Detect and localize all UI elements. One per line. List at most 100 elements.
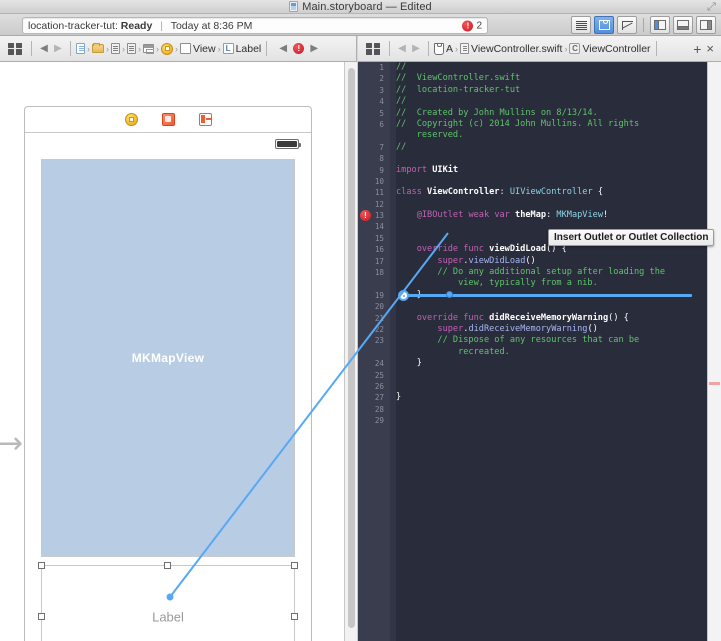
code-line[interactable]: @IBOutlet weak var theMap: MKMapView!	[396, 210, 703, 221]
code-line[interactable]: class ViewController: UIViewController {	[396, 187, 703, 198]
code-line[interactable]	[396, 301, 703, 312]
code-line[interactable]	[396, 153, 703, 164]
code-line[interactable]: //	[396, 62, 703, 73]
code-line[interactable]	[396, 199, 703, 210]
code-token: ()	[525, 255, 536, 266]
main-toolbar: location-tracker-tut: Ready | Today at 8…	[0, 14, 721, 36]
breadcrumb-label[interactable]: L Label	[222, 43, 261, 55]
code-line[interactable]: }	[396, 392, 703, 403]
breadcrumb-view-controller[interactable]	[161, 42, 173, 55]
line-number: 9	[379, 166, 384, 175]
code-line[interactable]: //	[396, 142, 703, 153]
code-line[interactable]: view, typically from a nib.	[396, 278, 703, 289]
breadcrumb-folder[interactable]	[92, 43, 104, 53]
line-number: 15	[374, 234, 384, 243]
breadcrumb-storyboard[interactable]	[143, 44, 154, 54]
code-line[interactable]: import UIKit	[396, 165, 703, 176]
outlet-drag-origin-handle[interactable]	[398, 290, 409, 301]
toggle-utilities-button[interactable]	[696, 16, 716, 34]
breadcrumb-source-2[interactable]	[127, 43, 136, 54]
line-number: 5	[379, 109, 384, 118]
toggle-navigator-button[interactable]	[650, 16, 670, 34]
exit-dock-icon[interactable]	[198, 113, 212, 126]
code-line[interactable]: }	[396, 358, 703, 369]
storyboard-icon	[143, 44, 154, 54]
code-token: var	[494, 210, 516, 221]
assistant-icon	[598, 20, 610, 30]
code-line[interactable]: reserved.	[396, 130, 703, 141]
interface-builder-canvas[interactable]: → MKMapView Label	[0, 62, 344, 641]
back-button[interactable]: ◀	[395, 43, 409, 54]
issue-indicator[interactable]: ! 2	[462, 20, 482, 31]
code-line[interactable]: // Copyright (c) 2014 John Mullins. All …	[396, 119, 703, 130]
gutter-error-icon[interactable]: !	[360, 210, 371, 221]
code-token: super	[396, 323, 464, 334]
related-items-icon[interactable]	[366, 42, 380, 55]
code-token: }	[396, 392, 402, 403]
code-token: viewDidLoad	[489, 244, 547, 255]
code-line[interactable]	[396, 381, 703, 392]
code-line[interactable]	[396, 370, 703, 381]
code-token: ViewController	[427, 187, 500, 198]
code-line[interactable]: super.viewDidLoad()	[396, 256, 703, 267]
code-line[interactable]	[396, 415, 703, 426]
toolbar-right-buttons	[571, 16, 716, 34]
code-token: viewDidLoad	[468, 255, 526, 266]
code-line[interactable]: // ViewController.swift	[396, 73, 703, 84]
line-number: 22	[374, 325, 384, 334]
resize-handle-middle-left[interactable]	[38, 613, 45, 620]
add-assistant-editor-button[interactable]: +	[688, 42, 706, 56]
previous-issue-button[interactable]: ◀	[276, 43, 290, 54]
label-element[interactable]: Label	[38, 562, 298, 641]
view-controller-dock-icon[interactable]	[124, 113, 138, 126]
code-token: }	[396, 358, 422, 369]
code-line[interactable]: // Do any additional setup after loading…	[396, 267, 703, 278]
breadcrumb-assistant[interactable]: A	[434, 42, 453, 55]
standard-editor-button[interactable]	[571, 16, 591, 34]
jumpbar-divider-3	[655, 41, 657, 56]
assistant-code-editor[interactable]: //// ViewController.swift// location-tra…	[358, 62, 721, 641]
code-line[interactable]: super.didReceiveMemoryWarning()	[396, 324, 703, 335]
breadcrumb-view[interactable]: View	[180, 43, 216, 55]
code-line[interactable]	[396, 404, 703, 415]
resize-handle-top-right[interactable]	[291, 562, 298, 569]
forward-button[interactable]: ▶	[409, 43, 423, 54]
resize-corner-icon[interactable]: ⤢	[707, 1, 719, 13]
breadcrumb-file[interactable]: ViewController.swift	[460, 43, 562, 55]
code-line[interactable]: recreated.	[396, 347, 703, 358]
close-assistant-editor-button[interactable]: ×	[706, 42, 718, 55]
resize-handle-middle-right[interactable]	[291, 613, 298, 620]
mkmapview-element[interactable]: MKMapView	[41, 159, 295, 557]
code-content[interactable]: //// ViewController.swift// location-tra…	[396, 62, 703, 641]
scrollbar-thumb[interactable]	[348, 68, 355, 628]
code-line[interactable]: // Dispose of any resources that can be	[396, 335, 703, 346]
assistant-editor-button[interactable]	[594, 16, 614, 34]
forward-button[interactable]: ▶	[51, 43, 65, 54]
code-token: :	[546, 210, 557, 221]
back-button[interactable]: ◀	[37, 43, 51, 54]
simulated-device-view[interactable]: MKMapView Label	[25, 133, 311, 641]
breadcrumb-source-1[interactable]	[111, 43, 120, 54]
code-token: override func	[396, 312, 490, 323]
code-line[interactable]	[396, 176, 703, 187]
line-number: 21	[374, 314, 384, 323]
code-line[interactable]: //	[396, 96, 703, 107]
code-token: UIKit	[432, 164, 459, 175]
breadcrumb-symbol[interactable]: C ViewController	[569, 43, 651, 55]
first-responder-dock-icon[interactable]	[161, 113, 175, 126]
toggle-debug-area-button[interactable]	[673, 16, 693, 34]
outlet-drag-knob[interactable]	[446, 291, 453, 298]
next-issue-button[interactable]: ▶	[307, 43, 321, 54]
code-line[interactable]: // location-tracker-tut	[396, 85, 703, 96]
code-line[interactable]: override func didReceiveMemoryWarning() …	[396, 313, 703, 324]
code-token: import	[396, 164, 433, 175]
code-line[interactable]: // Created by John Mullins on 8/13/14.	[396, 108, 703, 119]
related-items-icon[interactable]	[8, 42, 22, 55]
pane-divider-scrollbar[interactable]	[344, 62, 358, 641]
editor-scrollbar[interactable]	[707, 62, 721, 641]
resize-handle-top-center[interactable]	[164, 562, 171, 569]
view-controller-scene[interactable]: MKMapView Label	[24, 106, 312, 641]
resize-handle-top-left[interactable]	[38, 562, 45, 569]
version-editor-button[interactable]	[617, 16, 637, 34]
breadcrumb-project[interactable]	[76, 43, 85, 54]
